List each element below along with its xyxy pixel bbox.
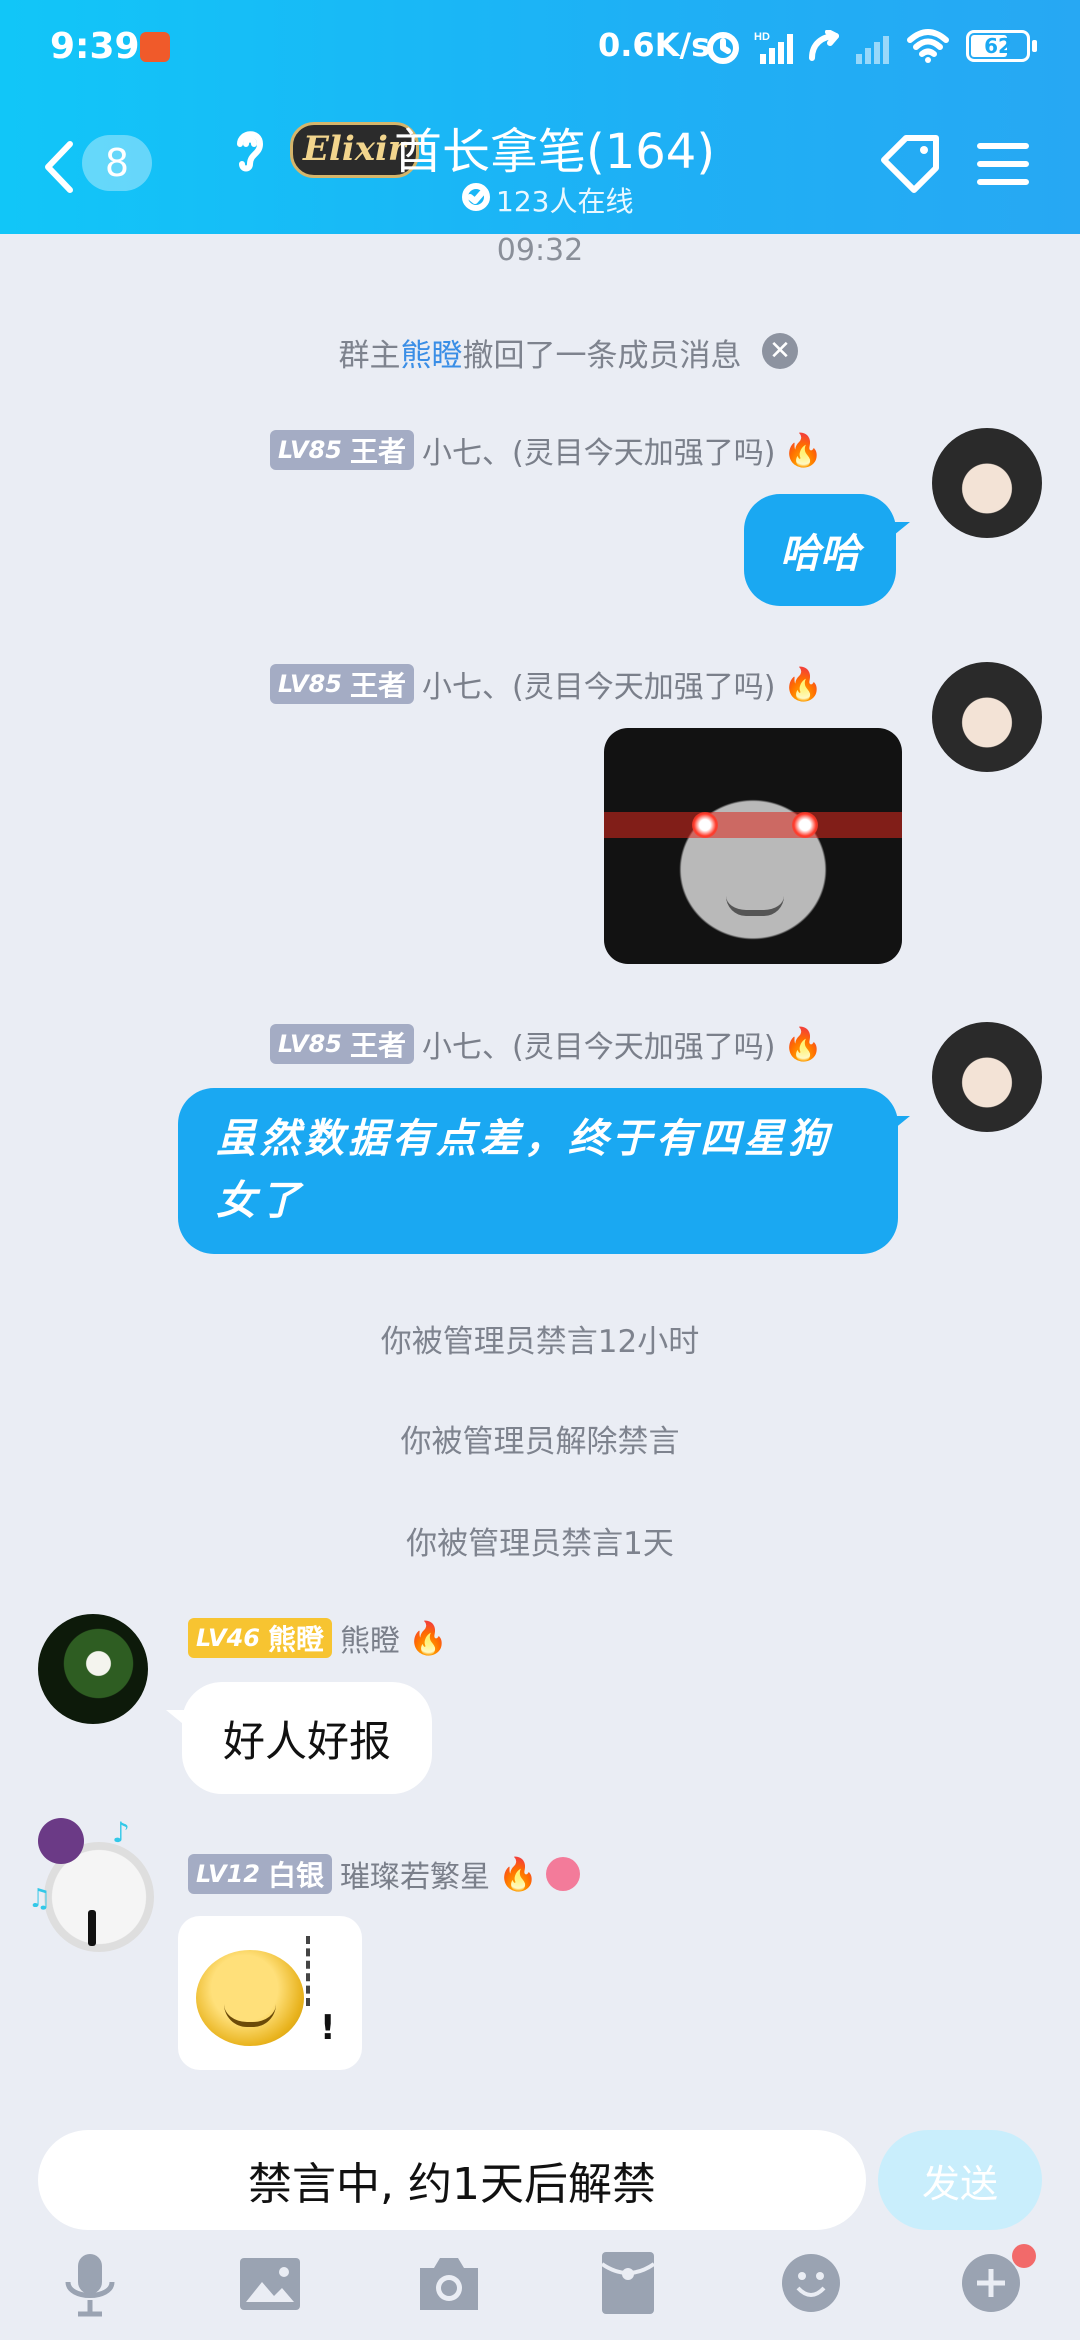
message-bubble[interactable]: 虽然数据有点差，终于有四星狗女了 <box>178 1088 898 1254</box>
message-bubble[interactable]: 哈哈 <box>744 494 896 606</box>
sender-avatar[interactable] <box>932 662 1042 772</box>
meme-image[interactable]: ! <box>178 1916 362 2070</box>
online-count: 123人在线 <box>496 185 634 218</box>
message-bubble[interactable]: 好人好报 <box>182 1682 432 1794</box>
message-timestamp: 09:32 <box>496 233 584 268</box>
menu-icon[interactable] <box>976 140 1030 188</box>
send-button[interactable]: 发送 <box>878 2130 1042 2230</box>
signal-weak-icon <box>856 36 889 64</box>
level-tag: LV85 王者 <box>270 1024 414 1064</box>
message-sender-row: LV85 王者 小七、(灵目今天加强了吗) 🔥 <box>270 428 823 472</box>
battery-icon: 62 <box>966 30 1030 62</box>
ear-icon[interactable] <box>232 124 268 172</box>
unread-count-badge[interactable]: 8 <box>82 135 152 191</box>
status-time: 9:39 <box>50 26 140 67</box>
message-sender-row: LV46 熊瞪 熊瞪 🔥 <box>188 1616 448 1660</box>
recall-prefix: 群主 <box>338 338 401 374</box>
fire-icon: 🔥 <box>783 1025 824 1063</box>
battery-level: 62 <box>984 34 1012 58</box>
recall-suffix: 撤回了一条成员消息 <box>462 338 742 374</box>
camera-icon[interactable] <box>416 2254 482 2314</box>
music-note-icon: ♫ <box>28 1884 52 1914</box>
image-icon[interactable] <box>238 2256 302 2312</box>
notification-dot <box>1012 2244 1036 2268</box>
message-sender-row: LV85 王者 小七、(灵目今天加强了吗) 🔥 <box>270 1022 823 1066</box>
back-arrow-icon[interactable] <box>42 140 76 194</box>
online-check-icon <box>462 183 490 211</box>
sender-avatar[interactable] <box>932 1022 1042 1132</box>
glowing-eye <box>792 812 818 838</box>
system-notice: 你被管理员禁言1天 <box>406 1526 674 1562</box>
message-sender-row: LV85 王者 小七、(灵目今天加强了吗) 🔥 <box>270 662 823 706</box>
system-notice: 你被管理员解除禁言 <box>400 1424 680 1460</box>
recall-admin-name[interactable]: 熊瞪 <box>401 338 463 374</box>
red-packet-icon[interactable] <box>600 2250 656 2316</box>
sender-avatar[interactable] <box>38 1614 148 1724</box>
flower-emoji-icon <box>545 1857 580 1891</box>
fire-icon: 🔥 <box>783 431 824 469</box>
group-name[interactable]: 酋长拿笔(164) <box>394 112 715 182</box>
alarm-icon <box>707 32 739 64</box>
sender-nickname[interactable]: 小七、(灵目今天加强了吗) <box>422 428 775 472</box>
sender-nickname[interactable]: 璀璨若繁星 <box>340 1852 490 1896</box>
meme-image[interactable] <box>604 728 902 964</box>
level-tag: LV85 王者 <box>270 430 414 470</box>
sender-avatar[interactable] <box>932 428 1042 538</box>
hd-label: HD <box>754 31 770 43</box>
music-note-icon: ♪ <box>112 1816 130 1849</box>
glowing-eye <box>692 812 718 838</box>
system-notice: 你被管理员禁言12小时 <box>380 1324 700 1360</box>
recall-notice: 群主熊瞪撤回了一条成员消息 <box>0 330 1080 375</box>
group-tag-icon[interactable] <box>876 132 946 196</box>
fire-icon: 🔥 <box>407 1619 448 1657</box>
emoji-icon[interactable] <box>780 2252 842 2314</box>
fire-icon: 🔥 <box>783 665 824 703</box>
sender-nickname[interactable]: 熊瞪 <box>340 1616 400 1660</box>
app-notification-icon <box>140 32 170 62</box>
smiley-face <box>196 1950 304 2046</box>
call-forward-icon <box>809 30 839 61</box>
close-notice-icon[interactable]: ✕ <box>762 333 798 369</box>
level-tag: LV85 王者 <box>270 664 414 704</box>
avatar-decoration <box>38 1818 84 1864</box>
muted-input-field[interactable]: 禁言中, 约1天后解禁 <box>38 2130 866 2230</box>
microphone-icon[interactable] <box>60 2252 120 2318</box>
level-tag: LV12 白银 <box>188 1854 332 1894</box>
network-speed: 0.6K/s <box>598 26 711 64</box>
sender-nickname[interactable]: 小七、(灵目今天加强了吗) <box>422 662 775 706</box>
sender-nickname[interactable]: 小七、(灵目今天加强了吗) <box>422 1022 775 1066</box>
fire-icon: 🔥 <box>497 1855 538 1893</box>
sender-avatar-frame[interactable]: ♪ ♫ <box>28 1812 158 1962</box>
wifi-icon <box>907 29 949 63</box>
message-sender-row: LV12 白银 璀璨若繁星 🔥 <box>188 1852 580 1896</box>
level-tag: LV46 熊瞪 <box>188 1618 332 1658</box>
signal-icon: HD <box>754 31 793 64</box>
